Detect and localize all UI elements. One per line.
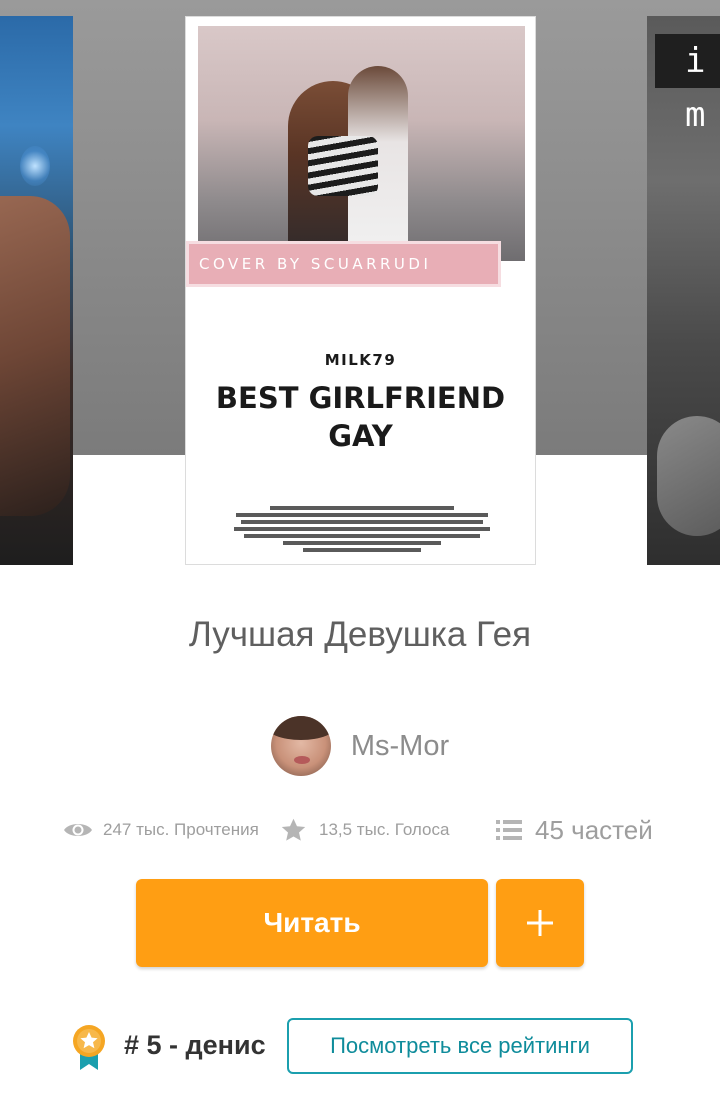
cover-title-line: BEST GIRLFRIEND [215, 381, 506, 415]
author-avatar[interactable] [270, 716, 331, 776]
parts-stat: 45 частей [496, 810, 653, 850]
votes-stat: 13,5 тыс. Голоса [280, 810, 449, 850]
cover-author-text: MILK79 [324, 351, 397, 369]
cover-title-text: BEST GIRLFRIEND GAY [186, 379, 535, 455]
cover-ribbon: COVER BY SCUARRUDI [186, 241, 501, 287]
book-stats: 247 тыс. Прочтения 13,5 тыс. Голоса 45 ч… [0, 810, 720, 850]
cover-carousel[interactable]: COVER BY SCUARRUDI MILK79 BEST GIRLFRIEN… [0, 0, 720, 570]
ranking-text: # 5 - денис [124, 1030, 266, 1060]
reads-stat: 247 тыс. Прочтения [63, 810, 259, 850]
plus-icon [527, 910, 553, 936]
add-to-library-button[interactable] [496, 879, 584, 967]
cover-art-glow [20, 146, 50, 186]
cover-title-line: GAY [328, 419, 393, 453]
cover-art-figure [0, 196, 70, 516]
ranking-row: # 5 - денис Посмотреть все рейтинги [0, 1018, 720, 1078]
reads-count: 247 тыс. Прочтения [103, 820, 259, 839]
book-cover[interactable]: COVER BY SCUARRUDI MILK79 BEST GIRLFRIEN… [185, 16, 536, 565]
view-all-rankings-button[interactable]: Посмотреть все рейтинги [287, 1018, 633, 1074]
read-button[interactable]: Читать [136, 879, 488, 967]
star-icon [281, 818, 306, 841]
eye-icon [64, 824, 92, 836]
cover-credits-block [231, 503, 493, 555]
previous-book-cover[interactable] [0, 16, 73, 565]
cover-photo [198, 26, 525, 261]
list-icon [496, 820, 522, 840]
ranking-badge-icon [73, 1025, 105, 1070]
next-book-cover[interactable]: i m [647, 16, 720, 565]
cover-art-figure [657, 416, 720, 536]
author-name[interactable]: Ms-Mor [351, 730, 449, 763]
book-title: Лучшая Девушка Гея [188, 615, 532, 654]
next-cover-title: i m [655, 34, 720, 135]
parts-count: 45 частей [535, 814, 653, 845]
votes-count: 13,5 тыс. Голоса [319, 820, 450, 839]
author-row[interactable]: Ms-Mor [0, 716, 720, 776]
cover-photo-shirt [308, 136, 378, 196]
cover-ribbon-text: COVER BY SCUARRUDI [199, 255, 432, 273]
